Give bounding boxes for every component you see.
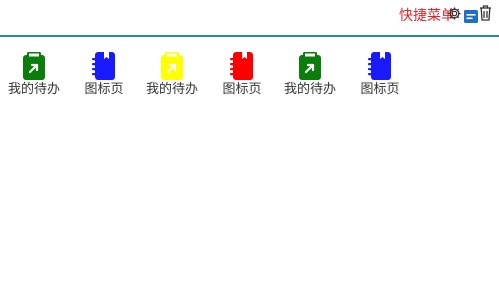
app-tile[interactable]: 我的待办 [4, 50, 64, 106]
quick-menu-header: 快捷菜单 [0, 0, 499, 37]
app-label: 我的待办 [145, 82, 198, 97]
app-icon-row: 我的待办 图标页 我的待办 图标页 我的待办 图标页 [0, 50, 499, 110]
app-label: 我的待办 [7, 82, 60, 97]
app-tile[interactable]: 图标页 [212, 50, 272, 106]
app-tile[interactable]: 我的待办 [280, 50, 340, 106]
clipboard-arrow-icon [161, 52, 183, 80]
clipboard-arrow-icon [23, 52, 45, 80]
clipboard-arrow-icon [299, 52, 321, 80]
notebook-icon [230, 52, 253, 80]
app-label: 我的待办 [283, 82, 336, 97]
app-tile[interactable]: 图标页 [350, 50, 410, 106]
card-icon[interactable] [464, 10, 478, 23]
app-label: 图标页 [360, 82, 400, 97]
gear-icon[interactable] [447, 6, 462, 21]
notebook-icon [92, 52, 115, 80]
app-tile[interactable]: 我的待办 [142, 50, 202, 106]
app-tile[interactable]: 图标页 [74, 50, 134, 106]
notebook-icon [368, 52, 391, 80]
trash-icon[interactable] [479, 5, 492, 21]
app-label: 图标页 [222, 82, 262, 97]
app-label: 图标页 [84, 82, 124, 97]
